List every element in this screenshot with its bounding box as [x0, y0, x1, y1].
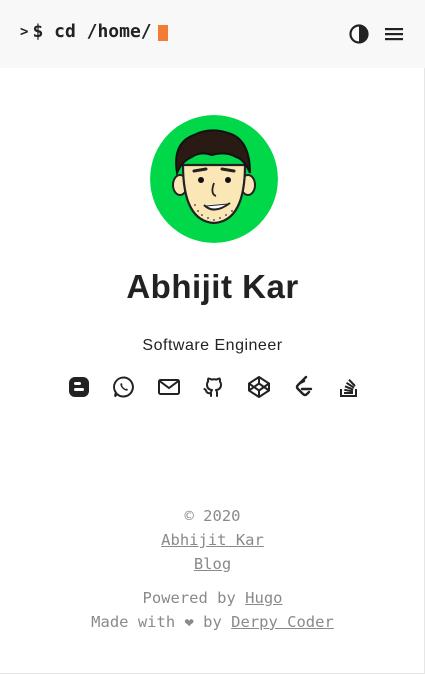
profile-name: Abhijit Kar — [126, 268, 299, 305]
made-with-text: Made with ❤ by — [91, 613, 232, 631]
terminal-prompt[interactable]: > $ cd /home/ — [20, 21, 168, 42]
made-with-line: Made with ❤ by Derpy Coder — [0, 610, 425, 634]
powered-by-line: Powered by Hugo — [0, 586, 425, 610]
hugo-link[interactable]: Hugo — [245, 589, 282, 607]
theme-toggle-button[interactable] — [348, 23, 370, 45]
mail-link[interactable] — [156, 374, 182, 400]
github-link[interactable] — [201, 374, 227, 400]
stackoverflow-link[interactable] — [336, 374, 362, 400]
mail-icon — [158, 379, 180, 395]
cartoon-avatar — [150, 115, 278, 243]
prompt-symbol: > — [20, 23, 29, 40]
blinking-cursor — [157, 24, 168, 41]
stackoverflow-icon — [340, 379, 357, 397]
prompt-command: $ cd /home/ — [32, 21, 152, 42]
codepen-link[interactable] — [246, 374, 272, 400]
whatsapp-icon — [113, 376, 134, 398]
leetcode-link[interactable] — [291, 374, 317, 400]
copyright: © 2020 — [184, 507, 241, 525]
blog-link[interactable]: Blog — [194, 555, 231, 573]
profile-role: Software Engineer — [142, 337, 283, 354]
derpy-coder-link[interactable]: Derpy Coder — [231, 613, 334, 631]
blogger-icon — [69, 377, 89, 397]
codepen-icon — [248, 376, 270, 398]
whatsapp-link[interactable] — [111, 374, 137, 400]
powered-by-text: Powered by — [142, 589, 246, 607]
top-bar: > $ cd /home/ — [0, 0, 425, 68]
leetcode-icon — [295, 375, 313, 397]
contrast-icon — [349, 24, 369, 44]
github-icon — [203, 377, 222, 397]
menu-button[interactable] — [384, 24, 404, 44]
social-links — [66, 374, 362, 400]
author-link[interactable]: Abhijit Kar — [161, 531, 264, 549]
hamburger-menu-icon — [385, 28, 403, 41]
blogger-link[interactable] — [66, 374, 92, 400]
footer: © 2020 Abhijit Kar Blog Powered by Hugo … — [0, 504, 425, 634]
profile-avatar — [150, 115, 278, 243]
